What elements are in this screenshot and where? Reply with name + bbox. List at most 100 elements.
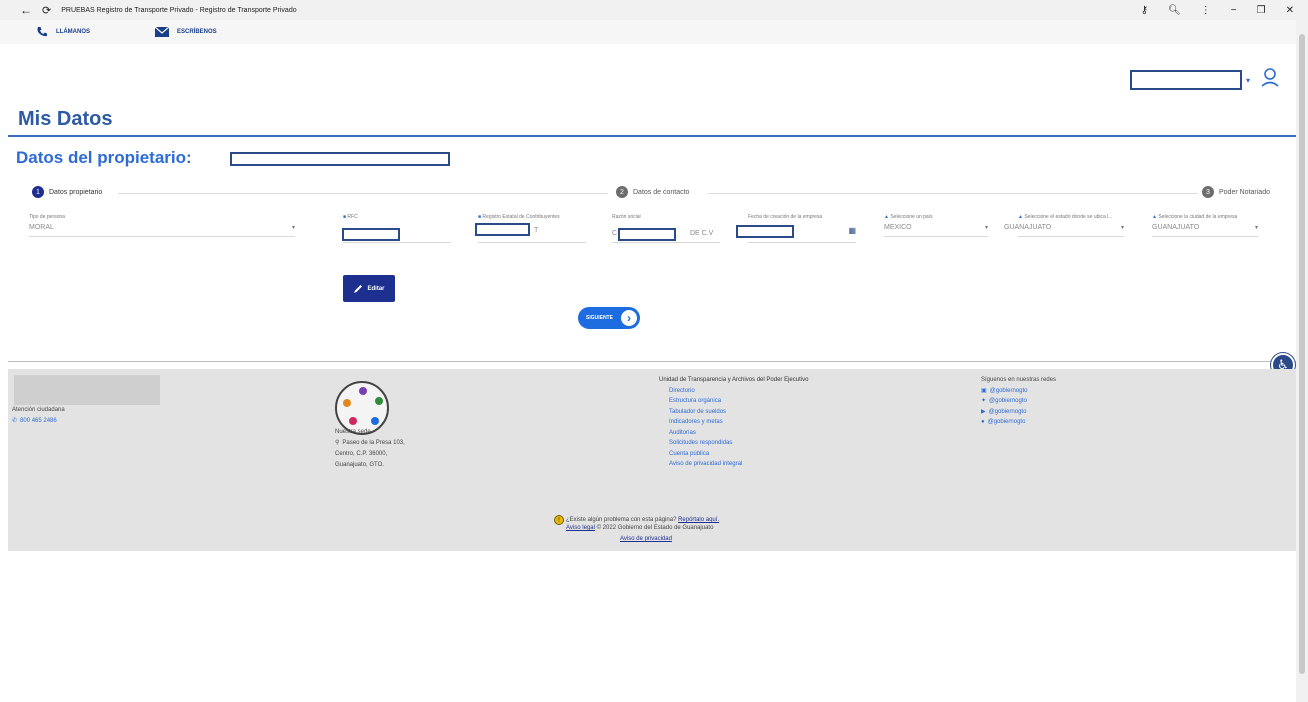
- rfc-lock-icon: ■: [343, 214, 347, 220]
- tipo-persona-caret-icon: ▾: [291, 225, 295, 231]
- mail-link[interactable]: ESCRÍBENOS: [155, 27, 217, 37]
- rfc-value-redacted: [342, 228, 400, 241]
- ciudad-caret-icon: ▾: [1254, 225, 1258, 231]
- user-icon[interactable]: [1260, 66, 1280, 90]
- phone-link[interactable]: ✆ 800 465 2486: [12, 417, 65, 424]
- step-2-label: Datos de contacto: [633, 188, 690, 196]
- step-2[interactable]: 2 Datos de contacto: [612, 186, 694, 198]
- registro-value-redacted: [475, 223, 530, 236]
- address-line-1-text: Paseo de la Presa 103,: [342, 440, 405, 446]
- stepper-line-2: [708, 193, 1198, 194]
- social-title: Síguenos en nuestras redes: [981, 377, 1057, 383]
- legal-line: Aviso legal © 2022 Gobierno del Estado d…: [566, 525, 713, 531]
- edit-button[interactable]: Editar: [343, 275, 395, 302]
- zoom-icon[interactable]: 🔍︎: [1168, 5, 1181, 16]
- browser-titlebar: ← ⟳ PRUEBAS Registro de Transporte Priva…: [0, 0, 1308, 20]
- problem-text: ¿Existe algún problema con esta página?: [566, 517, 677, 523]
- problem-line: ¿Existe algún problema con esta página? …: [566, 517, 719, 523]
- facebook-handle: @gobiernogto: [989, 387, 1028, 394]
- minimize-button[interactable]: −: [1231, 5, 1237, 16]
- pais-label: Seleccione un país: [890, 214, 933, 220]
- reload-icon[interactable]: ⟳: [42, 4, 51, 17]
- report-link[interactable]: Repórtalo aquí.: [678, 517, 719, 523]
- call-link[interactable]: LLÁMANOS: [36, 26, 90, 38]
- fecha-value-redacted: [736, 225, 794, 238]
- link-solicitudes[interactable]: Solicitudes respondidas: [669, 438, 808, 449]
- site-footer: Atención ciudadana ✆ 800 465 2486 Nuestra…: [8, 369, 1296, 551]
- ciudad-label: Seleccione la ciudad de la empresa: [1158, 214, 1238, 220]
- rfc-label: RFC: [347, 214, 358, 220]
- maximize-button[interactable]: ❐: [1257, 5, 1266, 16]
- facebook-link[interactable]: ▣ @gobiernogto: [981, 386, 1056, 397]
- ciudad-value: GUANAJUATO: [1152, 224, 1200, 231]
- page-title: Mis Datos: [18, 108, 113, 130]
- link-directorio[interactable]: Directorio: [669, 386, 808, 397]
- address-line-2: Centro, C.P. 36000,: [335, 451, 388, 457]
- user-dropdown-icon[interactable]: ▾: [1246, 76, 1250, 85]
- copyright-text: © 2022 Gobierno del Estado de Guanajuato: [596, 525, 714, 531]
- user-name-redacted[interactable]: [1130, 70, 1242, 90]
- title-divider: [8, 135, 1296, 137]
- estado-select[interactable]: ▲ Seleccione el estado donde se ubica l.…: [1004, 214, 1124, 238]
- pais-value: MEXICO: [884, 224, 912, 231]
- facebook-icon: ▣: [981, 387, 987, 394]
- step-3[interactable]: 3 Poder Notariado: [1198, 186, 1274, 198]
- warning-icon: !: [554, 515, 564, 525]
- estado-lock-icon: ▲: [1018, 214, 1023, 220]
- privacy-link[interactable]: Aviso de privacidad: [620, 536, 672, 542]
- seat-title: Nuestra sede: [335, 429, 371, 435]
- pencil-icon: [354, 284, 363, 293]
- privacy-line: Aviso de privacidad: [620, 536, 672, 542]
- razon-prefix: C: [612, 230, 618, 237]
- link-estructura[interactable]: Estructura orgánica: [669, 396, 808, 407]
- link-aviso-integral[interactable]: Aviso de privacidad integral: [669, 459, 808, 470]
- pais-caret-icon: ▾: [984, 225, 988, 231]
- youtube-handle: @gobiernogto: [988, 408, 1027, 415]
- messenger-link[interactable]: ● @gobiernogto: [981, 417, 1056, 428]
- footer-logo-placeholder: [14, 375, 160, 405]
- close-button[interactable]: ✕: [1286, 5, 1294, 16]
- browser-title: PRUEBAS Registro de Transporte Privado -…: [61, 6, 297, 14]
- link-tabulador[interactable]: Tabulador de sueldos: [669, 407, 808, 418]
- call-label: LLÁMANOS: [56, 29, 90, 35]
- legal-link[interactable]: Aviso legal: [566, 525, 595, 531]
- ciudad-select[interactable]: ▲ Seleccione la ciudad de la empresa GUA…: [1152, 214, 1258, 238]
- scrollbar-thumb[interactable]: [1299, 34, 1305, 674]
- step-3-label: Poder Notariado: [1219, 188, 1270, 196]
- step-1-number: 1: [32, 186, 44, 198]
- estado-value: GUANAJUATO: [1004, 224, 1052, 231]
- social-block: Síguenos en nuestras redes ▣ @gobiernogto…: [981, 375, 1056, 428]
- form-stepper: 1 Datos propietario 2 Datos de contacto …: [28, 186, 1290, 202]
- youtube-icon: ▶: [981, 408, 986, 415]
- address-line-3: Guanajuato, GTO.: [335, 462, 384, 468]
- step-2-number: 2: [616, 186, 628, 198]
- footer-divider: [8, 361, 1296, 362]
- registro-suffix: T: [534, 227, 539, 234]
- link-indicadores[interactable]: Indicadores y metas: [669, 417, 808, 428]
- calendar-icon[interactable]: ▦: [848, 226, 856, 235]
- link-cuenta[interactable]: Cuenta pública: [669, 449, 808, 460]
- step-1[interactable]: 1 Datos propietario: [28, 186, 107, 198]
- fecha-label: Fecha de creación de la empresa: [748, 214, 823, 220]
- twitter-link[interactable]: ✦ @gobiernogto: [981, 396, 1056, 407]
- tipo-persona-label: Tipo de persona: [29, 214, 65, 220]
- link-auditorias[interactable]: Auditorías: [669, 428, 808, 439]
- key-icon[interactable]: ⚷: [1141, 5, 1148, 16]
- back-arrow-icon[interactable]: ←: [20, 3, 32, 17]
- razon-social-label: Razón social: [612, 214, 641, 220]
- twitter-icon: ✦: [981, 398, 987, 404]
- phone-number: 800 465 2486: [20, 418, 57, 424]
- menu-icon[interactable]: ⋮: [1201, 5, 1211, 16]
- site-topbar: LLÁMANOS ESCRÍBENOS: [0, 20, 1296, 44]
- pais-select[interactable]: ▲ Seleccione un país MEXICO ▾: [884, 214, 988, 238]
- tipo-persona-select[interactable]: Tipo de persona MORAL ▾: [29, 214, 295, 238]
- owner-name-redacted: [230, 152, 450, 166]
- phone-footer-icon: ✆: [12, 418, 18, 424]
- youtube-link[interactable]: ▶ @gobiernogto: [981, 407, 1056, 418]
- page-scrollbar[interactable]: [1296, 20, 1308, 702]
- mail-label: ESCRÍBENOS: [177, 29, 217, 35]
- next-button[interactable]: SIGUIENTE ›: [578, 307, 640, 329]
- registro-label: Registro Estatal de Contribuyentes: [482, 214, 560, 220]
- razon-value-redacted: [618, 228, 676, 241]
- stepper-line-1: [118, 193, 608, 194]
